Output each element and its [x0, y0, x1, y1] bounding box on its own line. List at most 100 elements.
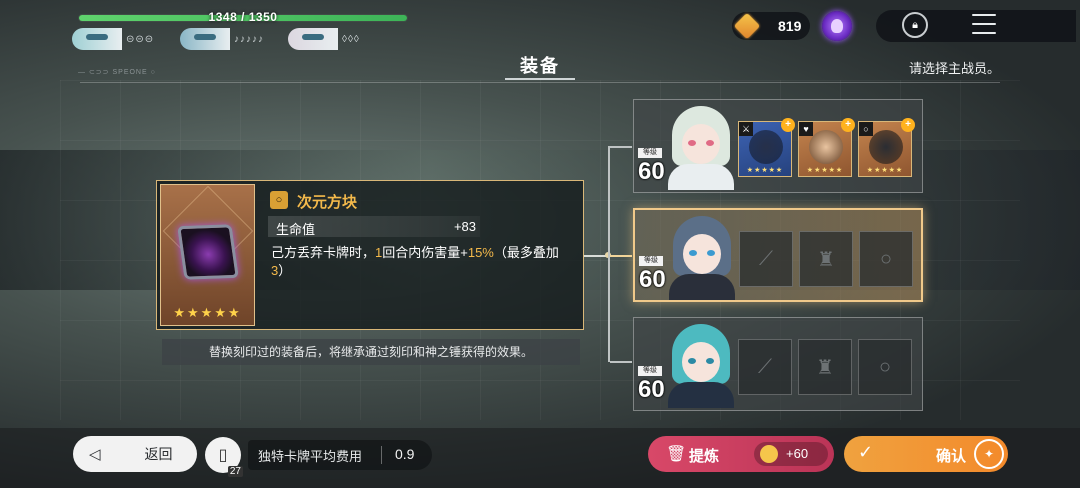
party-pips: ⊝⊝⊝ [126, 33, 155, 45]
slot-stars: ★★★★★ [746, 167, 784, 174]
character-row[interactable]: 等级 60 ⚔ + ★★★★★ ♥ + ★★★★★ ○ + ★★★★★ [633, 99, 923, 193]
confirm-ring-icon: ✦ [974, 439, 1004, 469]
party-hp-text: 1348 / 1350 [208, 10, 278, 24]
trash-icon: 🗑︎ [666, 446, 687, 463]
title-mark [505, 78, 575, 86]
ring-slot-icon: ○ [878, 355, 892, 378]
ring-slot-icon: ○ [879, 247, 893, 270]
menu-icon-bar [972, 14, 996, 16]
desc-part: ） [278, 263, 292, 278]
equipment-slot[interactable]: ♜ [798, 339, 852, 395]
connector [608, 146, 610, 362]
dimension-cube-icon [177, 224, 239, 280]
lock-button[interactable]: 🔒︎ [902, 12, 928, 38]
character-row[interactable]: 等级 60 ⟋ ♜ ○ [633, 208, 923, 302]
equipment-description: 己方丢弃卡牌时，1回合内伤害量+15%（最多叠加3） [271, 244, 571, 280]
weapon-slot-icon: ⟋ [759, 247, 773, 270]
card-deck-icon[interactable]: ▯ 27 [205, 437, 243, 477]
ring-icon: ○ [270, 191, 288, 209]
weapon-icon [749, 130, 783, 164]
character-portrait [665, 212, 737, 300]
character-eyes [689, 250, 715, 256]
refine-button[interactable]: 🗑︎ 提炼 +60 [648, 436, 834, 472]
card-count: 27 [227, 466, 243, 477]
equipment-slot[interactable]: ♥ + ★★★★★ [798, 118, 855, 177]
weapon-slot-icon: ⟋ [758, 355, 772, 378]
party-portrait [288, 28, 338, 50]
equipment-slot[interactable]: ⟋ [739, 231, 793, 287]
inherit-note: 替换刻印过的装备后，将继承通过刻印和神之锤获得的效果。 [162, 339, 580, 365]
armor-icon [809, 130, 843, 164]
confirm-button[interactable]: ✓ 确认 ✦ [844, 436, 1008, 472]
avg-cost-label: 独特卡牌平均费用 [258, 449, 363, 464]
currency-value: 819 [778, 18, 802, 34]
stat-label: 生命值 [276, 222, 316, 237]
party-pips: ◊◊◊ [342, 33, 360, 45]
upgrade-badge: + [841, 118, 855, 132]
equipment-slot[interactable]: ♜ [799, 231, 853, 287]
gem-icon [733, 12, 761, 40]
level-number: 60 [639, 266, 666, 293]
card-icon: ▯ [218, 447, 228, 464]
back-label: 返回 [144, 446, 173, 462]
equipment-stars: ★★★★★ [173, 305, 242, 320]
party-portrait [180, 28, 230, 50]
back-arrow-icon: ◁ [89, 446, 101, 463]
refine-cost: +60 [754, 442, 828, 466]
party-pips: ♪♪♪♪♪ [234, 33, 264, 45]
coin-icon [760, 445, 778, 463]
party-member: ◊◊◊ [288, 28, 360, 50]
character-body [668, 382, 734, 408]
menu-icon-bar [972, 23, 996, 25]
equipment-slot[interactable]: ○ + ★★★★★ [858, 118, 915, 177]
party-member: ⊝⊝⊝ [72, 28, 154, 50]
avg-cost-value: 0.9 [395, 446, 415, 462]
slot-type-icon: ○ [859, 122, 873, 136]
upgrade-badge: + [901, 118, 915, 132]
level-tag: 等级 [638, 148, 662, 158]
ring-icon [869, 130, 903, 164]
level-box: 等级 60 [638, 148, 666, 188]
deck-icon[interactable] [822, 11, 852, 41]
equipment-slot[interactable]: ○ [858, 339, 912, 395]
character-portrait [664, 320, 736, 408]
equipment-slot[interactable]: ⟋ [738, 339, 792, 395]
desc-part: 回合内伤害量+ [382, 245, 468, 260]
refine-label: 提炼 [689, 448, 720, 465]
character-row[interactable]: 等级 60 ⟋ ♜ ○ [633, 317, 923, 411]
slot-stars: ★★★★★ [806, 167, 844, 174]
slot-type-icon: ⚔ [739, 122, 753, 136]
slot-type-icon: ♥ [799, 122, 813, 136]
character-eyes [688, 358, 714, 364]
level-number: 60 [638, 376, 665, 403]
check-icon: ✓ [858, 442, 874, 462]
currency-display[interactable]: 819 [732, 12, 810, 40]
lock-icon: 🔒︎ [912, 18, 918, 31]
level-tag: 等级 [638, 366, 662, 376]
refine-cost-value: +60 [786, 446, 809, 461]
equipment-slot[interactable]: ○ [859, 231, 913, 287]
menu-icon-bar [972, 32, 996, 34]
armor-slot-icon: ♜ [816, 356, 834, 379]
equipment-image[interactable]: ★★★★★ [160, 184, 255, 326]
character-portrait [664, 102, 736, 190]
back-button[interactable]: ◁ 返回 [73, 436, 197, 472]
level-box: 等级 60 [639, 256, 667, 296]
menu-button[interactable] [972, 14, 996, 34]
upgrade-badge: + [781, 118, 795, 132]
slot-stars: ★★★★★ [866, 167, 904, 174]
connector [610, 146, 632, 148]
stat-value: +83 [453, 219, 476, 234]
stat-row: 生命值 +83 [268, 216, 480, 237]
cost-separator [381, 446, 382, 464]
party-portrait [72, 28, 122, 50]
equipment-slot[interactable]: ⚔ + ★★★★★ [738, 118, 795, 177]
level-tag: 等级 [639, 256, 663, 266]
level-box: 等级 60 [638, 366, 666, 406]
character-eyes [688, 140, 714, 146]
desc-highlight: 15% [467, 245, 494, 260]
level-number: 60 [638, 158, 665, 185]
character-body [669, 274, 735, 300]
connector-selected [610, 255, 632, 257]
desc-part: （最多叠加 [493, 245, 559, 260]
